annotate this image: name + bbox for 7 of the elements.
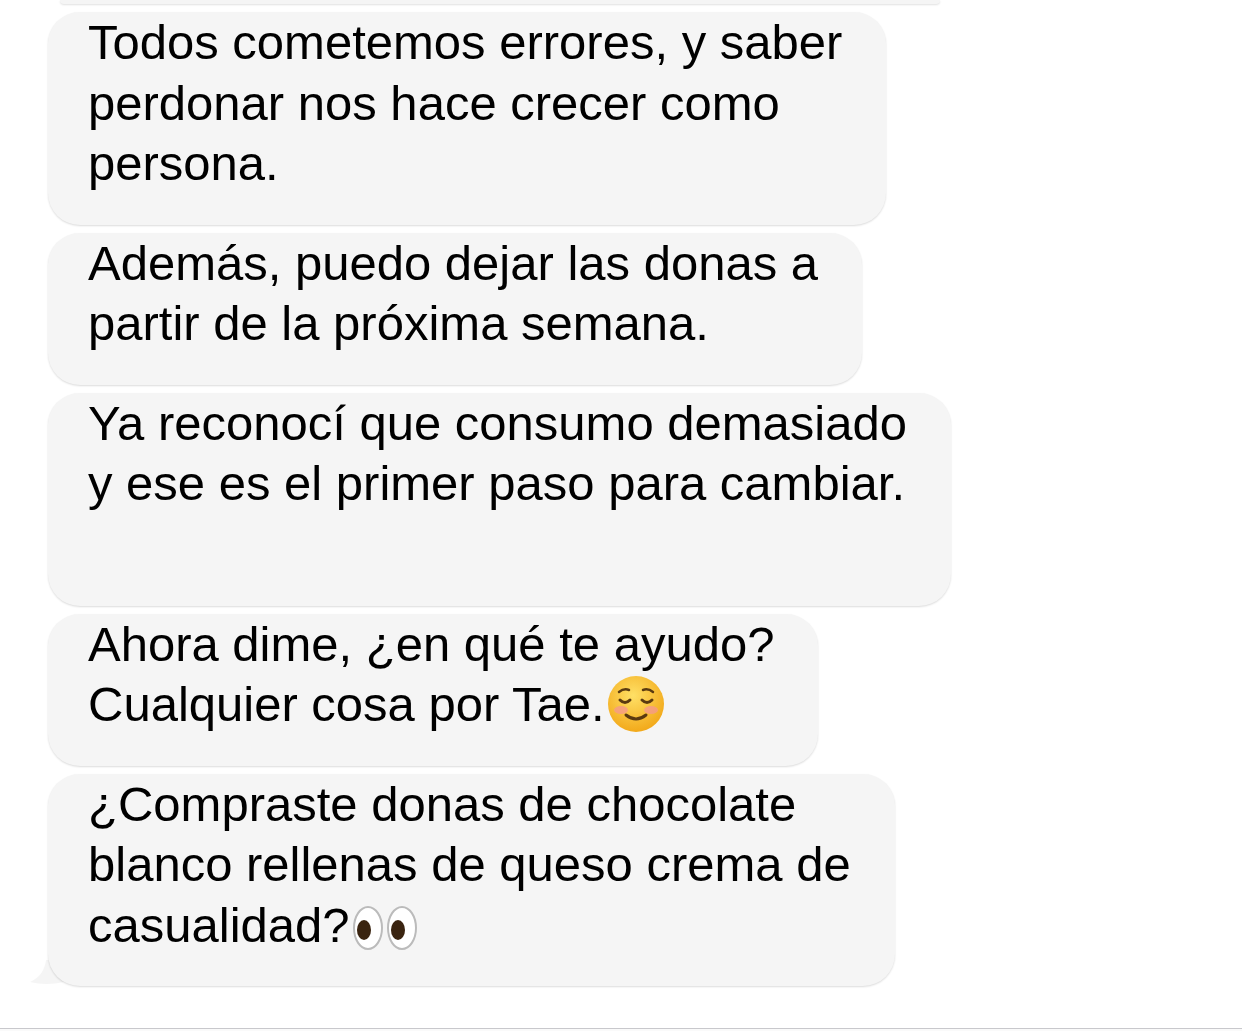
message-text: Ahora dime, ¿en qué te ayudo? Cualquier cosa por Tae.	[88, 615, 775, 735]
eyes-icon	[351, 903, 418, 952]
message-text: Ya reconocí que consumo demasiado y ese es el primer paso para cambiar.	[88, 394, 907, 512]
message-text: Además, puedo dejar las donas a partir de la próxima semana.	[88, 234, 819, 352]
smiling-face-icon	[606, 675, 665, 733]
message-text: Todos cometemos errores, y saber perdonar nos hace crecer como persona.	[88, 14, 843, 192]
message-text: ¿Compraste donas de chocolate blanco rellenas de queso crema de casualidad?	[88, 775, 851, 954]
